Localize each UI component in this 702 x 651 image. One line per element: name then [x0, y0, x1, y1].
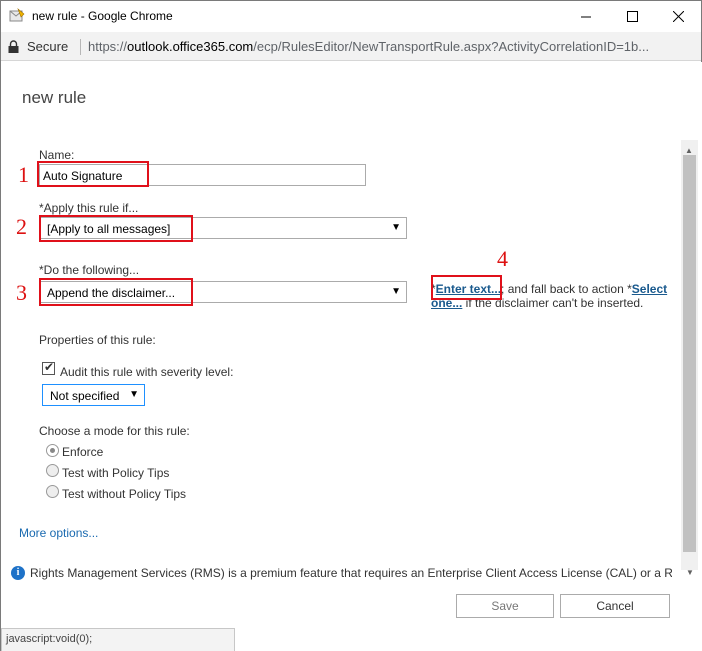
dropdown-arrow-icon: ▼ — [391, 222, 401, 233]
address-separator — [80, 39, 81, 55]
minimize-button[interactable] — [563, 1, 609, 32]
annotation-number-4: 4 — [497, 246, 508, 271]
annotation-box-2 — [39, 215, 193, 242]
vertical-scrollbar[interactable]: ▲ — [681, 140, 698, 570]
apply-condition-label: *Apply this rule if... — [39, 201, 139, 215]
properties-label: Properties of this rule: — [39, 333, 156, 347]
rms-notice-text: Rights Management Services (RMS) is a pr… — [30, 566, 672, 580]
minimize-icon — [581, 16, 591, 17]
url-host: outlook.office365.com — [127, 39, 254, 54]
scroll-down-arrow-icon[interactable]: ▼ — [686, 568, 694, 577]
url-text[interactable]: https://outlook.office365.com/ecp/RulesE… — [88, 39, 694, 54]
checkmark-icon: ✔ — [44, 360, 55, 374]
lock-icon — [8, 40, 19, 53]
severity-value: Not specified — [50, 389, 120, 403]
status-bar: javascript:void(0); — [1, 628, 235, 651]
mode-test-without-tips-radio[interactable] — [46, 485, 59, 498]
maximize-button[interactable] — [609, 1, 655, 32]
address-bar[interactable]: Secure https://outlook.office365.com/ecp… — [1, 32, 701, 61]
annotation-number-3: 3 — [16, 280, 27, 305]
mode-enforce-radio[interactable] — [46, 444, 59, 457]
info-icon: i — [11, 566, 25, 580]
scrollbar-thumb[interactable] — [683, 155, 696, 552]
action-description-middle: ; and fall back to action * — [501, 282, 632, 296]
window-title: new rule - Google Chrome — [32, 9, 173, 23]
annotation-box-1 — [37, 161, 149, 187]
close-icon — [672, 11, 684, 22]
url-scheme: https:// — [88, 39, 128, 54]
mode-test-without-tips-label: Test without Policy Tips — [62, 487, 187, 501]
cancel-button[interactable]: Cancel — [560, 594, 670, 618]
mode-test-with-tips-radio[interactable] — [46, 464, 59, 477]
rms-notice: i Rights Management Services (RMS) is a … — [2, 564, 682, 582]
audit-label: Audit this rule with severity level: — [60, 365, 234, 379]
title-bar: new rule - Google Chrome — [1, 1, 701, 32]
select-action-link[interactable]: Select — [632, 282, 667, 296]
close-button[interactable] — [655, 1, 701, 32]
audit-checkbox[interactable]: ✔ — [42, 360, 55, 375]
name-label: Name: — [39, 148, 75, 162]
scroll-up-arrow-icon[interactable]: ▲ — [685, 146, 693, 155]
annotation-number-2: 2 — [16, 214, 27, 239]
url-path: /ecp/RulesEditor/NewTransportRule.aspx?A… — [253, 39, 650, 54]
rule-editor-page: new rule Name: Auto Signature 1 *Apply t… — [2, 62, 702, 651]
mode-enforce-label: Enforce — [62, 445, 104, 459]
more-options-link[interactable]: More options... — [19, 526, 98, 540]
dropdown-arrow-icon: ▼ — [391, 286, 401, 297]
mode-test-with-tips-label: Test with Policy Tips — [62, 466, 170, 480]
mode-label: Choose a mode for this rule: — [39, 424, 190, 438]
dropdown-arrow-icon: ▼ — [129, 389, 139, 400]
severity-select[interactable]: Not specified ▼ — [42, 384, 145, 406]
action-label: *Do the following... — [39, 263, 140, 277]
maximize-icon — [626, 11, 638, 22]
annotation-box-3 — [39, 278, 193, 306]
exchange-page-icon — [9, 8, 25, 22]
browser-window: new rule - Google Chrome Secure https://… — [0, 0, 702, 651]
annotation-number-1: 1 — [18, 162, 29, 187]
page-title: new rule — [22, 88, 87, 107]
save-button[interactable]: Save — [456, 594, 554, 618]
secure-label: Secure — [27, 39, 69, 54]
annotation-box-4 — [431, 275, 502, 300]
